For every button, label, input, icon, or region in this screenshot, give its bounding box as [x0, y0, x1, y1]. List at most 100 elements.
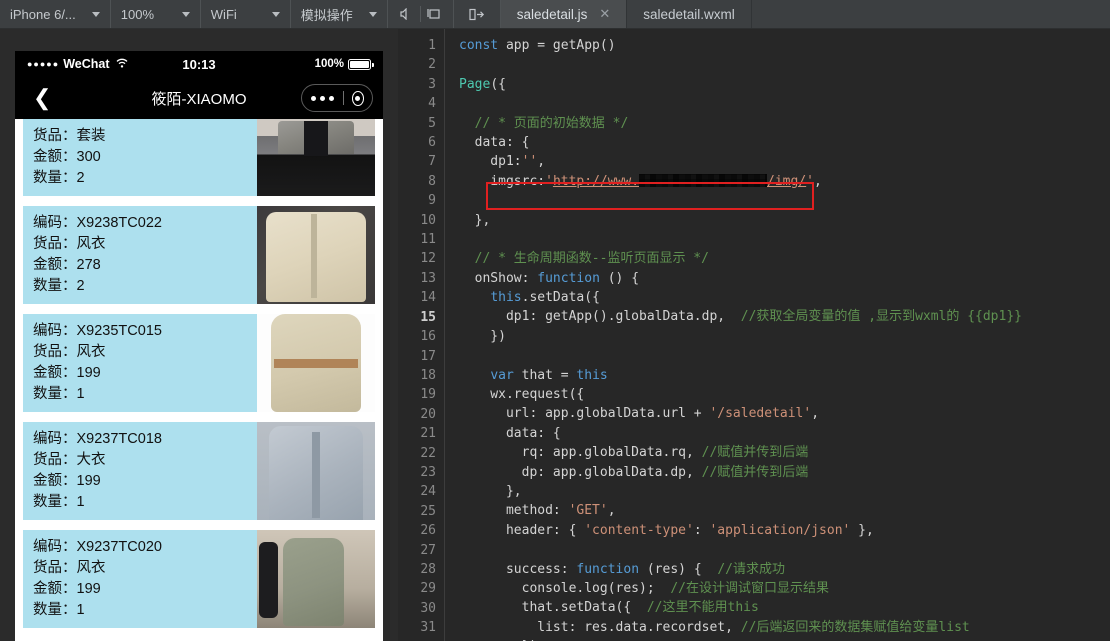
list-item[interactable]: 编码：X9237TC020 货品：风衣 金额：199 数量：1	[23, 530, 375, 629]
line-number: 22	[420, 445, 436, 461]
item-amount: 金额：278	[33, 257, 101, 274]
item-amount: 金额：199	[33, 365, 101, 382]
mini-program-screen[interactable]: 货品：套装 金额：300 数量：2 编码：X9238TC022 货品：风衣 金额：278 数…	[15, 119, 383, 641]
capsule-divider	[343, 91, 344, 105]
line-number: 23	[420, 464, 436, 480]
network-selector-label: WiFi	[210, 6, 237, 22]
editor-tab-bar: saledetail.js ✕ saledetail.wxml	[500, 0, 1110, 28]
code-line: dp1: getApp().globalData.dp, //获取全局变量的值 …	[459, 309, 1022, 325]
code-line: console.log(res); //在设计调试窗口显示结果	[459, 580, 829, 596]
close-icon[interactable]: ✕	[599, 6, 610, 22]
main-body: ●●●●● WeChat 10:13 100% ❮ 筱陌-XIAOMO 货品：套…	[0, 29, 1110, 641]
chevron-down-icon	[271, 11, 280, 17]
item-qty: 数量：1	[33, 494, 85, 511]
item-code: 编码：X9237TC020	[33, 539, 162, 556]
list-item[interactable]: 货品：套装 金额：300 数量：2	[23, 119, 375, 197]
line-number: 20	[420, 406, 436, 422]
toggle-panel-group	[454, 0, 501, 28]
back-volume-icon[interactable]	[394, 0, 420, 28]
line-number: 9	[428, 193, 436, 209]
line-number: 21	[420, 426, 436, 442]
code-line: },	[459, 212, 491, 228]
line-number: 26	[420, 523, 436, 539]
line-number: 10	[420, 212, 436, 228]
item-amount: 金额：199	[33, 473, 101, 490]
item-code: 编码：X9235TC015	[33, 323, 162, 340]
code-line: },	[459, 483, 522, 499]
chevron-down-icon	[368, 11, 377, 17]
line-number: 13	[420, 270, 436, 286]
network-selector[interactable]: WiFi	[201, 0, 291, 28]
item-qty: 数量：2	[33, 170, 85, 187]
top-toolbar: iPhone 6/... 100% WiFi 模拟操作 saledetail.j…	[0, 0, 1110, 29]
list-item[interactable]: 编码：X9238TC022 货品：风衣 金额：278 数量：2	[23, 206, 375, 305]
list-item-info: 货品：套装 金额：300 数量：2	[23, 119, 257, 196]
item-thumbnail	[257, 314, 375, 413]
code-line: that.setData({ //这里不能用this	[459, 600, 759, 616]
code-line: wx.request({	[459, 387, 585, 403]
line-number: 4	[428, 96, 436, 112]
more-icon[interactable]	[302, 95, 343, 101]
line-number: 19	[420, 387, 436, 403]
item-qty: 数量：2	[33, 278, 85, 295]
status-bar-time: 10:13	[182, 56, 216, 72]
item-goods: 货品：套装	[33, 128, 106, 144]
item-thumbnail	[257, 530, 375, 629]
code-line: success: function (res) { //请求成功	[459, 561, 785, 577]
line-number-gutter: 1 2 3 4 5 6 7 8 9 10 11 12 13 14 15 16 17 18 19 20 21 22 23 24 2…	[398, 29, 444, 641]
item-goods: 货品：风衣	[33, 560, 106, 577]
item-qty: 数量：1	[33, 602, 85, 619]
line-number: 2	[428, 57, 436, 73]
toggle-panel-icon[interactable]	[464, 0, 490, 28]
simulator-pane: ●●●●● WeChat 10:13 100% ❮ 筱陌-XIAOMO 货品：套…	[0, 29, 398, 641]
chevron-down-icon	[181, 11, 190, 17]
list-item[interactable]: 编码：X9237TC018 货品：大衣 金额：199 数量：1	[23, 422, 375, 521]
redacted-url	[639, 173, 768, 187]
list-item[interactable]: 编码：X9235TC015 货品：风衣 金额：199 数量：1	[23, 314, 375, 413]
code-line: this.setData({	[490, 290, 600, 306]
code-line: list: res.data.recordset, //后端返回来的数据集赋值给…	[459, 619, 970, 635]
tab-label: saledetail.wxml	[643, 6, 735, 22]
chevron-down-icon	[91, 11, 100, 17]
device-selector-label: iPhone 6/...	[10, 6, 76, 22]
phone-nav-bar: ❮ 筱陌-XIAOMO	[15, 77, 383, 119]
line-number: 17	[420, 348, 436, 364]
item-goods: 货品：风衣	[33, 344, 106, 361]
code-content[interactable]: const app = getApp() Page({ // * 页面的初始数据…	[445, 29, 1110, 641]
code-line: onShow: function () {	[459, 270, 640, 286]
line-number: 31	[420, 620, 436, 636]
tab-label: saledetail.js	[516, 6, 588, 22]
device-selector[interactable]: iPhone 6/...	[0, 0, 111, 28]
code-line: // * 页面的初始数据 */	[474, 115, 629, 131]
line-number: 32	[398, 638, 436, 641]
code-line: dp1:'',	[459, 154, 546, 170]
line-number: 28	[420, 561, 436, 577]
line-number: 11	[420, 232, 436, 248]
line-number: 3	[428, 76, 436, 92]
item-goods: 货品：大衣	[33, 452, 106, 469]
item-thumbnail	[257, 422, 375, 521]
code-line: })	[459, 328, 506, 344]
simulate-action-selector[interactable]: 模拟操作	[291, 0, 388, 28]
code-line: Page({	[459, 76, 506, 92]
line-number: 30	[420, 600, 436, 616]
code-line: method: 'GET',	[459, 503, 616, 519]
window-icon[interactable]	[421, 0, 447, 28]
code-line: url: app.globalData.url + '/saledetail',	[459, 406, 820, 422]
line-number: 27	[420, 542, 436, 558]
wechat-capsule-button[interactable]	[301, 84, 373, 112]
item-goods: 货品：风衣	[33, 236, 106, 253]
battery-icon	[348, 58, 374, 70]
code-line: var that = this	[490, 367, 608, 383]
list-item-info: 编码：X9235TC015 货品：风衣 金额：199 数量：1	[23, 314, 257, 412]
code-editor[interactable]: 1 2 3 4 5 6 7 8 9 10 11 12 13 14 15 16 17 18 19 20 21 22 23 24 2…	[398, 29, 1110, 641]
line-number: 18	[420, 367, 436, 383]
tab-saledetail-wxml[interactable]: saledetail.wxml	[627, 0, 752, 28]
line-number: 5	[428, 115, 436, 131]
tab-saledetail-js[interactable]: saledetail.js ✕	[500, 0, 628, 28]
zoom-selector[interactable]: 100%	[111, 0, 201, 28]
close-app-icon[interactable]	[351, 90, 364, 106]
